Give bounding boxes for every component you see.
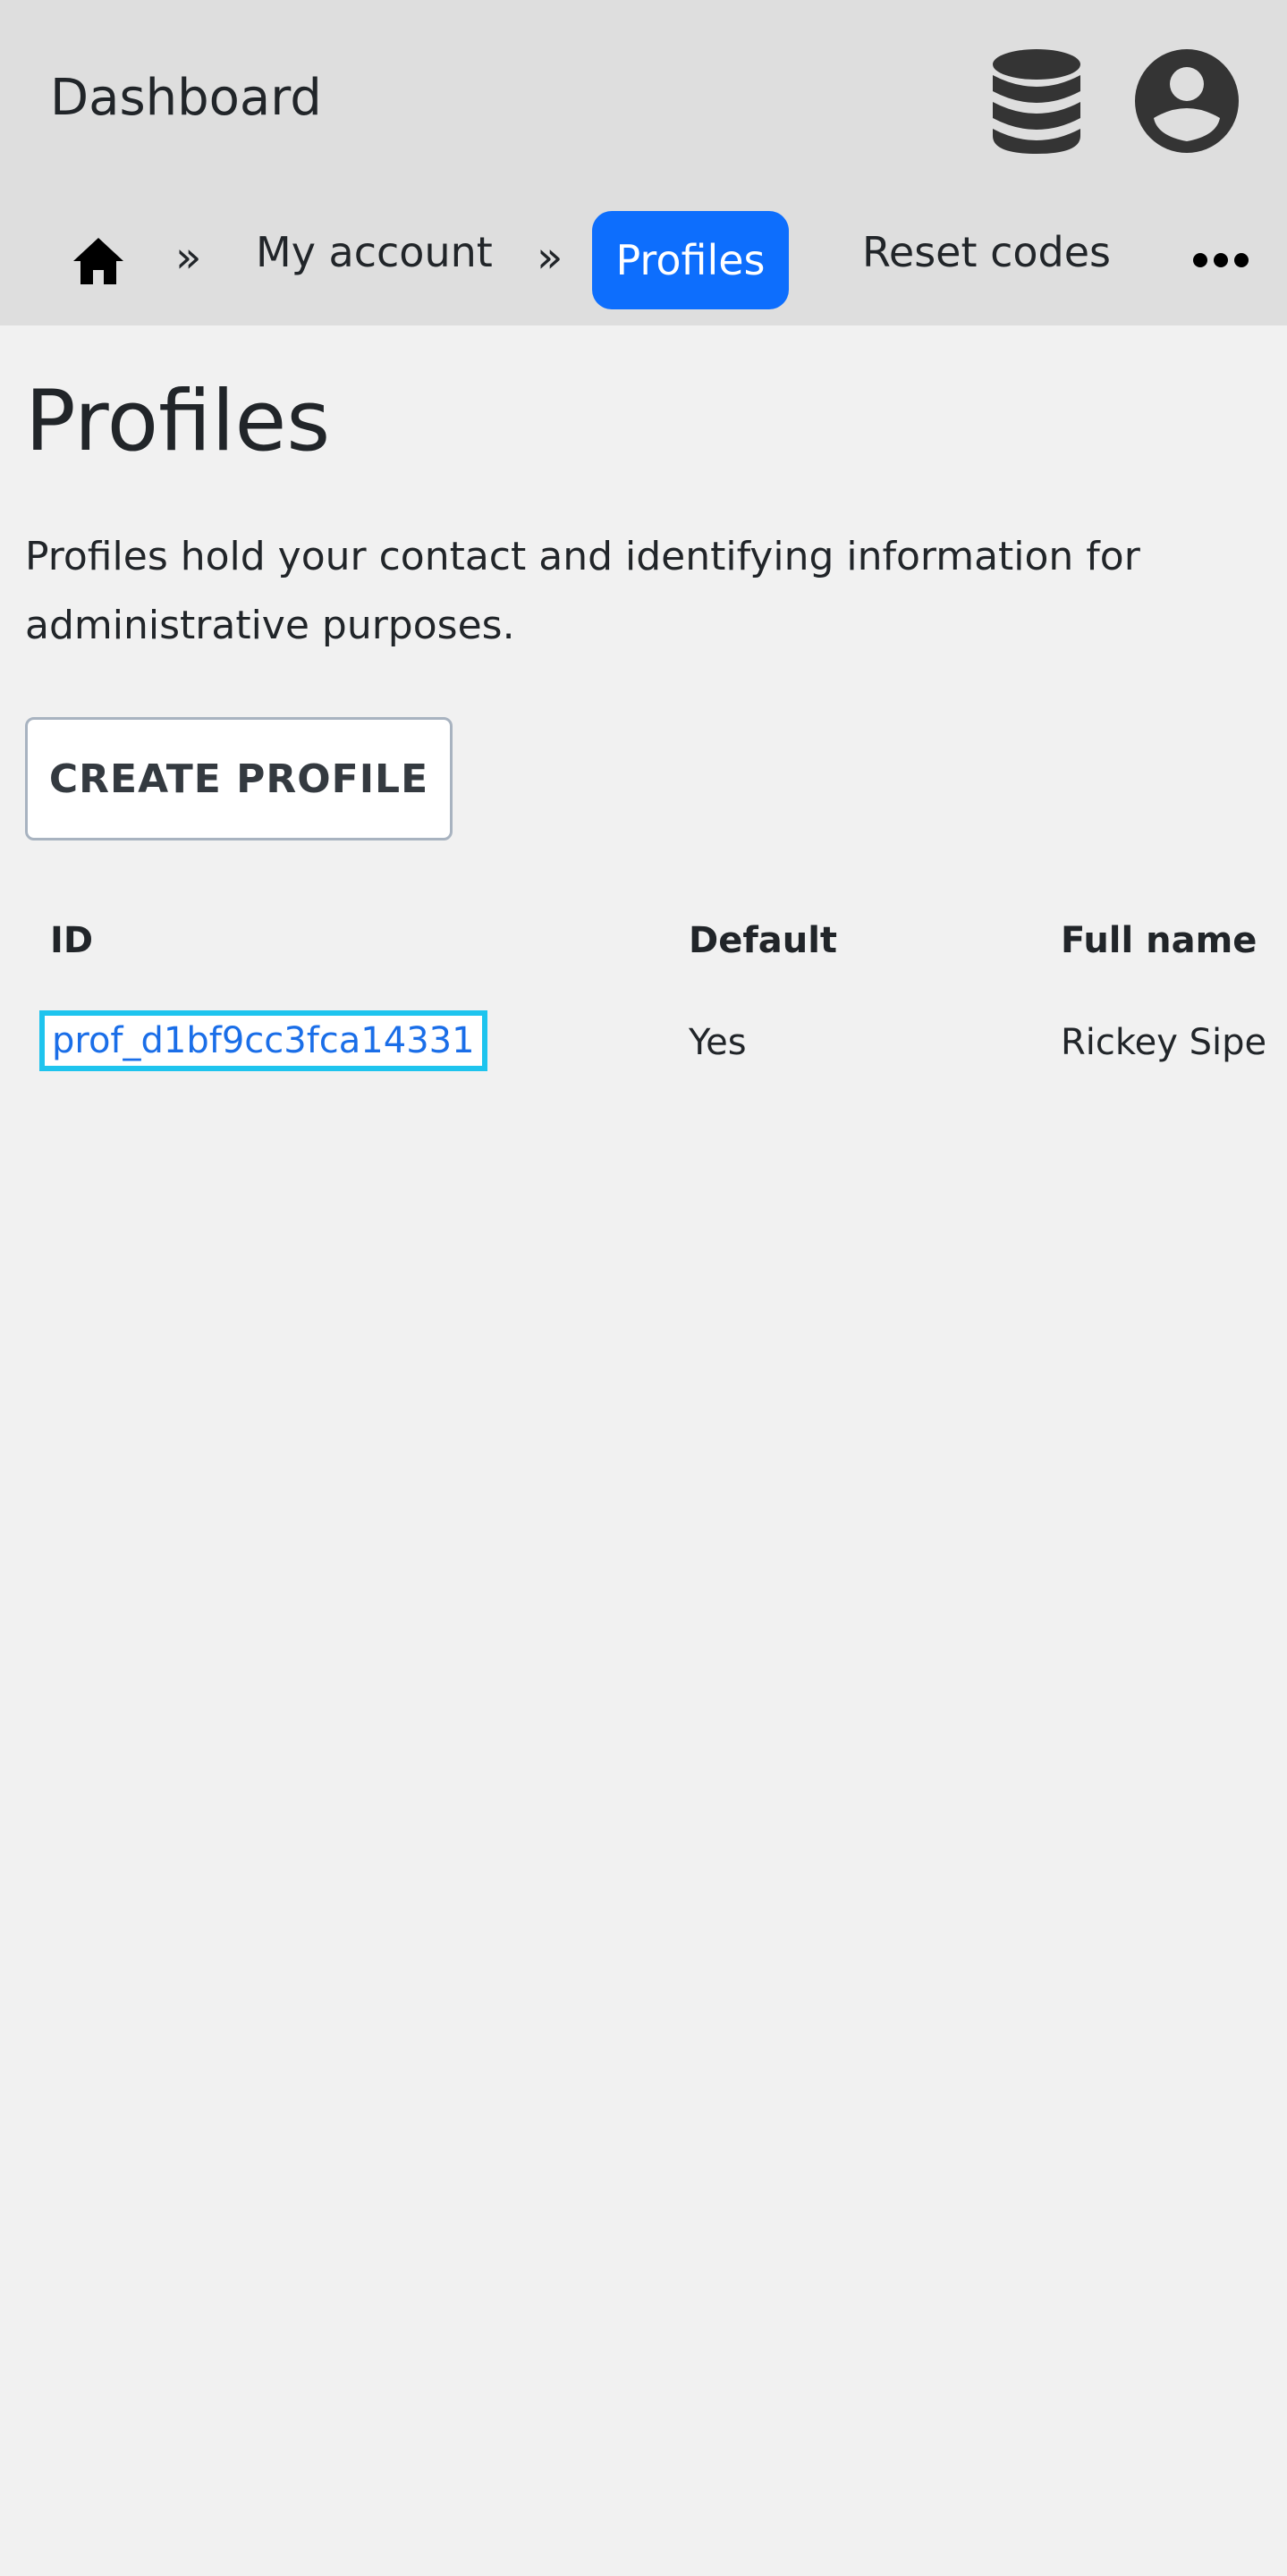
breadcrumb-reset-codes[interactable]: Reset codes	[862, 218, 1111, 286]
breadcrumb-separator: »	[175, 232, 202, 283]
page-title: Profiles	[25, 373, 331, 470]
column-header-default: Default	[689, 920, 838, 961]
column-header-id: ID	[50, 920, 94, 961]
create-profile-button[interactable]: CREATE PROFILE	[25, 717, 453, 840]
column-header-full-name: Full name	[1061, 920, 1257, 961]
profile-id-link[interactable]: prof_d1bf9cc3fca14331	[39, 1010, 487, 1071]
database-icon[interactable]	[987, 46, 1086, 154]
home-icon[interactable]	[66, 229, 131, 293]
breadcrumb-profiles-active[interactable]: Profiles	[592, 211, 789, 309]
breadcrumb-my-account[interactable]: My account	[256, 218, 493, 286]
ellipsis-icon[interactable]	[1190, 238, 1252, 283]
page-description: Profiles hold your contact and identifyi…	[25, 534, 1140, 648]
breadcrumb: » My account » Profiles Reset codes	[0, 202, 1287, 309]
default-value: Yes	[689, 1022, 747, 1063]
breadcrumb-separator: »	[537, 232, 563, 283]
full-name-value: Rickey Sipe	[1061, 1022, 1267, 1063]
brand-link[interactable]: Dashboard	[50, 66, 322, 131]
user-circle-icon[interactable]	[1132, 46, 1241, 156]
top-navbar: Dashboard » My account » Profiles Reset …	[0, 0, 1287, 325]
